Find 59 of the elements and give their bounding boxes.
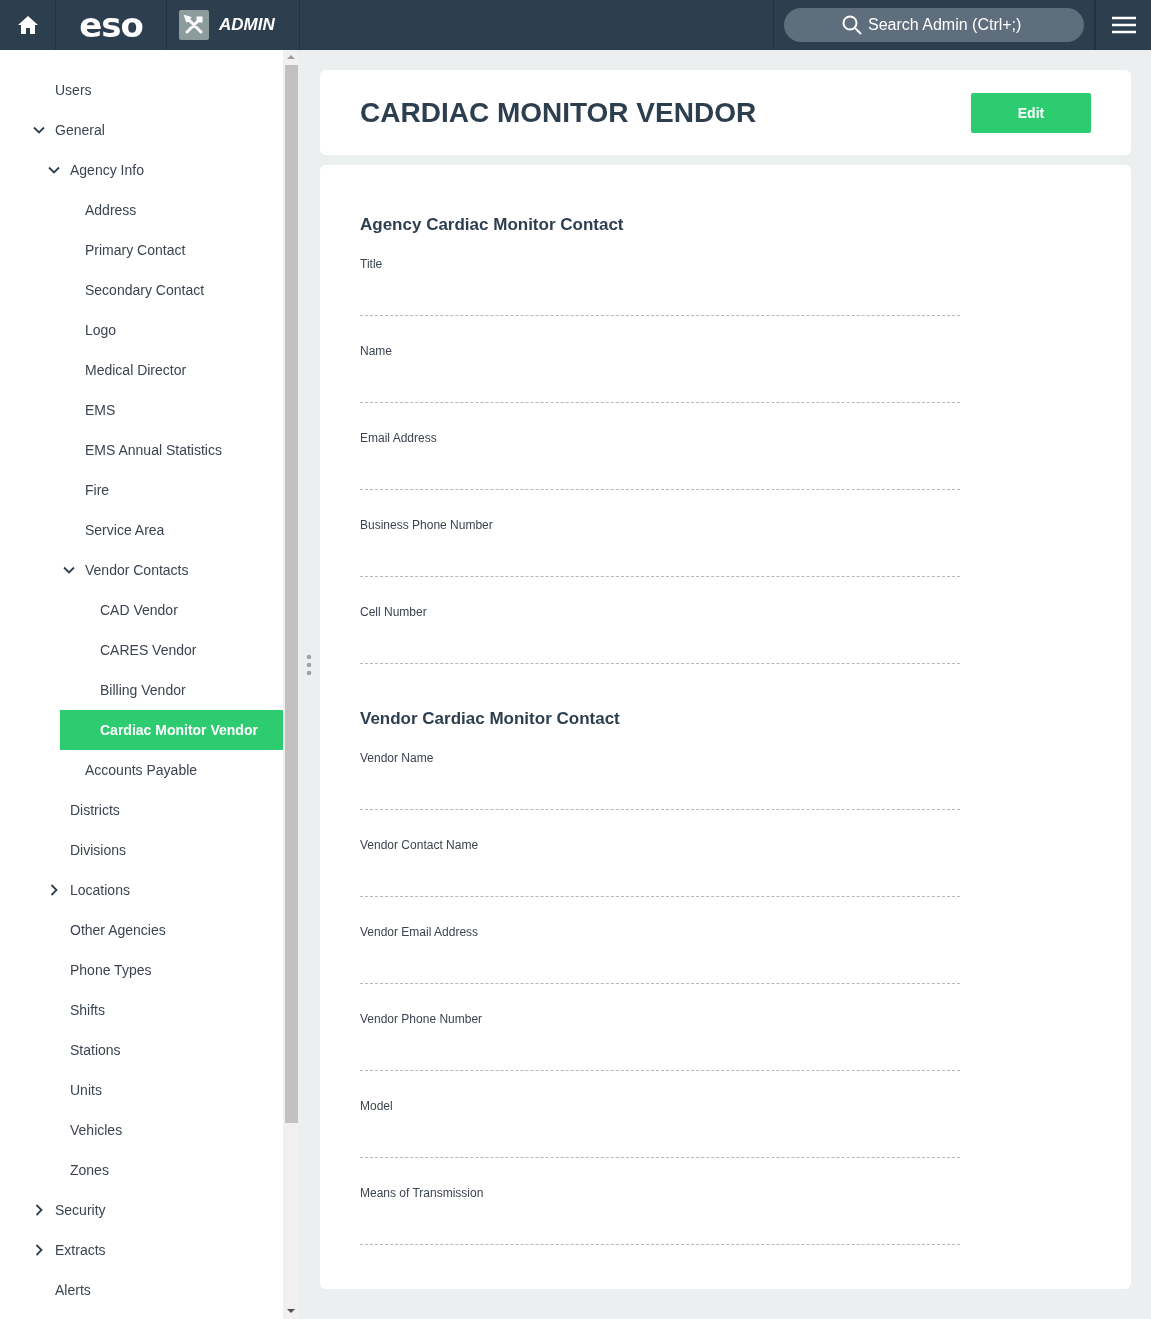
field-label: Vendor Phone Number <box>360 1012 484 1026</box>
section-title: Vendor Cardiac Monitor Contact <box>360 709 621 729</box>
chevron-icon[interactable] <box>63 564 75 576</box>
chevron-icon[interactable] <box>33 124 45 136</box>
sidebar-item[interactable]: Users <box>15 70 283 110</box>
sidebar-item[interactable]: Vendor Contacts <box>45 550 283 590</box>
sidebar-item[interactable]: Address <box>45 190 283 230</box>
sidebar-item[interactable]: Billing Vendor <box>60 670 283 710</box>
field-label: Vendor Name <box>360 751 435 765</box>
sidebar-item[interactable]: Security <box>15 1190 283 1230</box>
sidebar-item[interactable]: Extracts <box>15 1230 283 1270</box>
sidebar-item[interactable]: Districts <box>30 790 283 830</box>
sidebar-item[interactable]: Vehicles <box>30 1110 283 1150</box>
sidebar-item[interactable]: Units <box>30 1070 283 1110</box>
sidebar-item[interactable]: Locations <box>30 870 283 910</box>
field-label: Email Address <box>360 431 438 445</box>
field-label: Title <box>360 257 384 271</box>
sidebar-item[interactable]: Divisions <box>30 830 283 870</box>
search-field[interactable]: Search Admin (Ctrl+;) <box>784 8 1084 42</box>
chevron-icon[interactable] <box>48 884 60 896</box>
field-label: Model <box>360 1099 394 1113</box>
drag-handle-icon[interactable] <box>306 653 312 676</box>
home-icon[interactable] <box>17 16 38 34</box>
field-label: Name <box>360 344 393 358</box>
sidebar-item[interactable]: Medical Director <box>45 350 283 390</box>
chevron-icon[interactable] <box>33 1244 45 1256</box>
page-title: CARDIAC MONITOR VENDOR <box>360 96 757 129</box>
chevron-icon[interactable] <box>48 164 60 176</box>
logo[interactable]: eso <box>79 8 143 42</box>
field-label: Cell Number <box>360 605 428 619</box>
sidebar-item[interactable]: EMS Annual Statistics <box>45 430 283 470</box>
search-icon <box>842 15 862 35</box>
tools-icon <box>179 10 209 40</box>
sidebar-item[interactable]: Accounts Payable <box>45 750 283 790</box>
sidebar-item[interactable]: CARES Vendor <box>60 630 283 670</box>
sidebar-item[interactable]: Shifts <box>30 990 283 1030</box>
sidebar-item[interactable]: CAD Vendor <box>60 590 283 630</box>
field-label: Business Phone Number <box>360 518 494 532</box>
sidebar-item[interactable]: EMS <box>45 390 283 430</box>
field-label: Means of Transmission <box>360 1186 485 1200</box>
sidebar-item[interactable]: Service Area <box>45 510 283 550</box>
sidebar-item[interactable]: Phone Types <box>30 950 283 990</box>
sidebar-item[interactable]: Logo <box>45 310 283 350</box>
app-name: ADMIN <box>219 15 275 35</box>
scrollbar[interactable] <box>283 50 298 1319</box>
chevron-icon[interactable] <box>33 1204 45 1216</box>
sidebar-item[interactable]: Zones <box>30 1150 283 1190</box>
sidebar-item[interactable]: General <box>15 110 283 150</box>
sidebar-item[interactable]: Stations <box>30 1030 283 1070</box>
sidebar-item[interactable]: Agency Info <box>30 150 283 190</box>
sidebar-item[interactable]: Primary Contact <box>45 230 283 270</box>
menu-icon[interactable] <box>1111 16 1136 34</box>
sidebar-item[interactable]: Alerts <box>15 1270 283 1310</box>
field-label: Vendor Email Address <box>360 925 480 939</box>
sidebar-item[interactable]: Secondary Contact <box>45 270 283 310</box>
sidebar-item[interactable]: Fire <box>45 470 283 510</box>
sidebar-item[interactable]: Other Agencies <box>30 910 283 950</box>
field-label: Vendor Contact Name <box>360 838 480 852</box>
section-title: Agency Cardiac Monitor Contact <box>360 215 625 235</box>
